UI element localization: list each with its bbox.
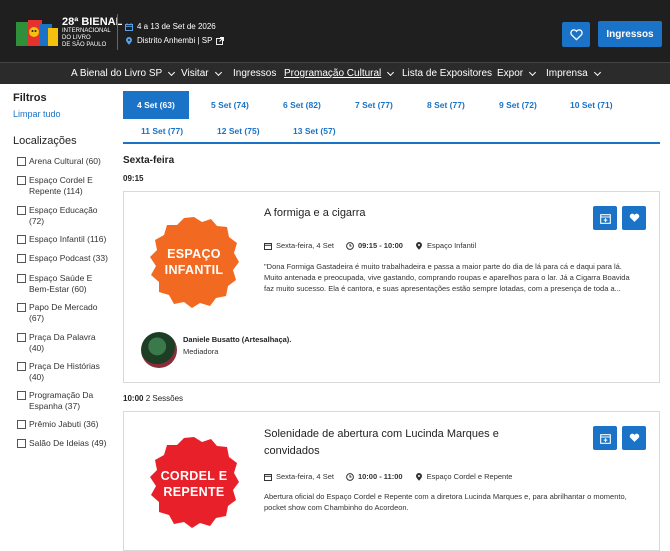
event-card[interactable]: CORDEL E REPENTE Solenidade de abertura …: [123, 411, 660, 551]
filters-title: Filtros: [13, 92, 47, 104]
bienal-logo[interactable]: [14, 18, 60, 50]
chevron-down-icon: [168, 68, 176, 76]
speaker-name[interactable]: Daniele Busatto (Artesalhaça).: [183, 335, 291, 344]
day-tab[interactable]: 10 Set (71): [570, 100, 613, 110]
time-slot-label: 09:15: [123, 174, 144, 183]
calendar-icon: [125, 22, 133, 31]
avatar[interactable]: [141, 332, 177, 368]
day-tab[interactable]: 13 Set (57): [293, 126, 336, 136]
nav-visitar[interactable]: Visitar: [181, 68, 222, 79]
checkbox[interactable]: [17, 274, 26, 283]
location-filter-item[interactable]: Espaço Cordel E Repente (114): [17, 175, 93, 197]
heart-icon: [629, 213, 639, 222]
location-filter-item[interactable]: Espaço Infantil (116): [17, 234, 106, 245]
location-filter-item[interactable]: Programação Da Espanha (37): [17, 390, 93, 412]
nav-ingressos[interactable]: Ingressos: [233, 68, 276, 79]
calendar-icon: [264, 473, 272, 481]
badge-line: CORDEL E: [160, 469, 228, 483]
location-filter-item[interactable]: Praça De Histórias (40): [17, 361, 100, 383]
header-divider: [117, 14, 118, 50]
tabs-underline: [123, 142, 660, 144]
event-description: "Dona Formiga Gastadeira é muito trabalh…: [264, 262, 630, 293]
nav-programacao[interactable]: Programação Cultural: [284, 68, 395, 79]
day-tab[interactable]: 9 Set (72): [499, 100, 537, 110]
favorite-button[interactable]: [622, 206, 646, 230]
checkbox[interactable]: [17, 254, 26, 263]
heart-icon: [569, 28, 583, 41]
day-tab[interactable]: 5 Set (74): [211, 100, 249, 110]
day-tab[interactable]: 6 Set (82): [283, 100, 321, 110]
day-tab[interactable]: 11 Set (77): [141, 126, 183, 136]
nav-imprensa[interactable]: Imprensa: [546, 68, 601, 79]
checkbox[interactable]: [17, 176, 26, 185]
day-heading: Sexta-feira: [123, 155, 175, 166]
day-tab[interactable]: 7 Set (77): [355, 100, 393, 110]
chevron-down-icon: [529, 68, 537, 76]
badge-line: REPENTE: [163, 485, 225, 499]
filters-panel: Filtros Limpar tudo: [13, 92, 113, 119]
nav-expor[interactable]: Expor: [497, 68, 537, 79]
location-pin-icon: [415, 472, 422, 481]
location-filter-item[interactable]: Salão De Ideias (49): [17, 438, 107, 449]
add-to-agenda-button[interactable]: [593, 206, 617, 230]
nav-expositores[interactable]: Lista de Expositores: [402, 68, 492, 79]
chevron-down-icon: [387, 68, 395, 76]
event-card[interactable]: ESPAÇO INFANTIL A formiga e a cigarra Se…: [123, 191, 660, 383]
calendar-icon: [264, 242, 272, 250]
calendar-add-icon: [599, 213, 611, 224]
checkbox[interactable]: [17, 362, 26, 371]
heart-icon: [629, 433, 639, 442]
checkbox[interactable]: [17, 206, 26, 215]
location-filter-item[interactable]: Prêmio Jabuti (36): [17, 419, 98, 430]
day-tab[interactable]: 12 Set (75): [217, 126, 260, 136]
favorite-button[interactable]: [622, 426, 646, 450]
time-slot-label: 10:00 2 Sessões: [123, 394, 184, 403]
chevron-down-icon: [214, 68, 222, 76]
event-description: Abertura oficial do Espaço Cordel e Repe…: [264, 492, 627, 512]
top-bar: 28ª BIENAL INTERNACIONAL DO LIVRO DE SÃO…: [0, 0, 670, 62]
event-meta: Sexta-feira, 4 Set 10:00 - 11:00 Espaço …: [264, 472, 524, 481]
badge-line: INFANTIL: [164, 263, 224, 277]
checkbox[interactable]: [17, 420, 26, 429]
calendar-add-icon: [599, 433, 611, 444]
badge-line: ESPAÇO: [167, 247, 221, 261]
favorites-button[interactable]: [562, 22, 590, 47]
location-filter-item[interactable]: Praça Da Palavra (40): [17, 332, 96, 354]
checkbox[interactable]: [17, 439, 26, 448]
location-pin-icon: [415, 241, 422, 250]
clock-icon: [346, 241, 354, 250]
checkbox[interactable]: [17, 235, 26, 244]
location-filter-item[interactable]: Arena Cultural (60): [17, 156, 101, 167]
chevron-down-icon: [593, 68, 601, 76]
day-tab[interactable]: 4 Set (63): [123, 91, 189, 119]
event-meta: Sexta-feira, 4 Set 09:15 - 10:00 Espaço …: [264, 241, 488, 250]
nav-bienal[interactable]: A Bienal do Livro SP: [71, 68, 176, 79]
location-filter-item[interactable]: Papo De Mercado (67): [17, 302, 98, 324]
day-tab[interactable]: 8 Set (77): [427, 100, 465, 110]
checkbox[interactable]: [17, 303, 26, 312]
clock-icon: [346, 472, 354, 481]
logo-text: 28ª BIENAL INTERNACIONAL DO LIVRO DE SÃO…: [62, 16, 123, 49]
location-filter-item[interactable]: Espaço Podcast (33): [17, 253, 108, 264]
event-title[interactable]: A formiga e a cigarra: [264, 205, 366, 222]
event-venue[interactable]: Distrito Anhembi | SP: [125, 36, 225, 45]
checkbox[interactable]: [17, 391, 26, 400]
location-filter-item[interactable]: Espaço Educação (72): [17, 205, 98, 227]
external-link-icon[interactable]: [216, 36, 225, 45]
event-dates: 4 a 13 de Set de 2026: [125, 22, 216, 31]
location-filter-item[interactable]: Espaço Saúde E Bem-Estar (60): [17, 273, 92, 295]
locations-title: Localizações: [13, 135, 77, 147]
speaker-role: Mediadora: [183, 347, 219, 356]
location-pin-icon: [126, 36, 132, 45]
tickets-button[interactable]: Ingressos: [598, 21, 662, 47]
main-nav: A Bienal do Livro SP Visitar Ingressos P…: [0, 62, 670, 84]
checkbox[interactable]: [17, 157, 26, 166]
add-to-agenda-button[interactable]: [593, 426, 617, 450]
clear-filters-link[interactable]: Limpar tudo: [13, 109, 113, 119]
checkbox[interactable]: [17, 333, 26, 342]
event-title[interactable]: Solenidade de abertura com Lucinda Marqu…: [264, 426, 499, 460]
